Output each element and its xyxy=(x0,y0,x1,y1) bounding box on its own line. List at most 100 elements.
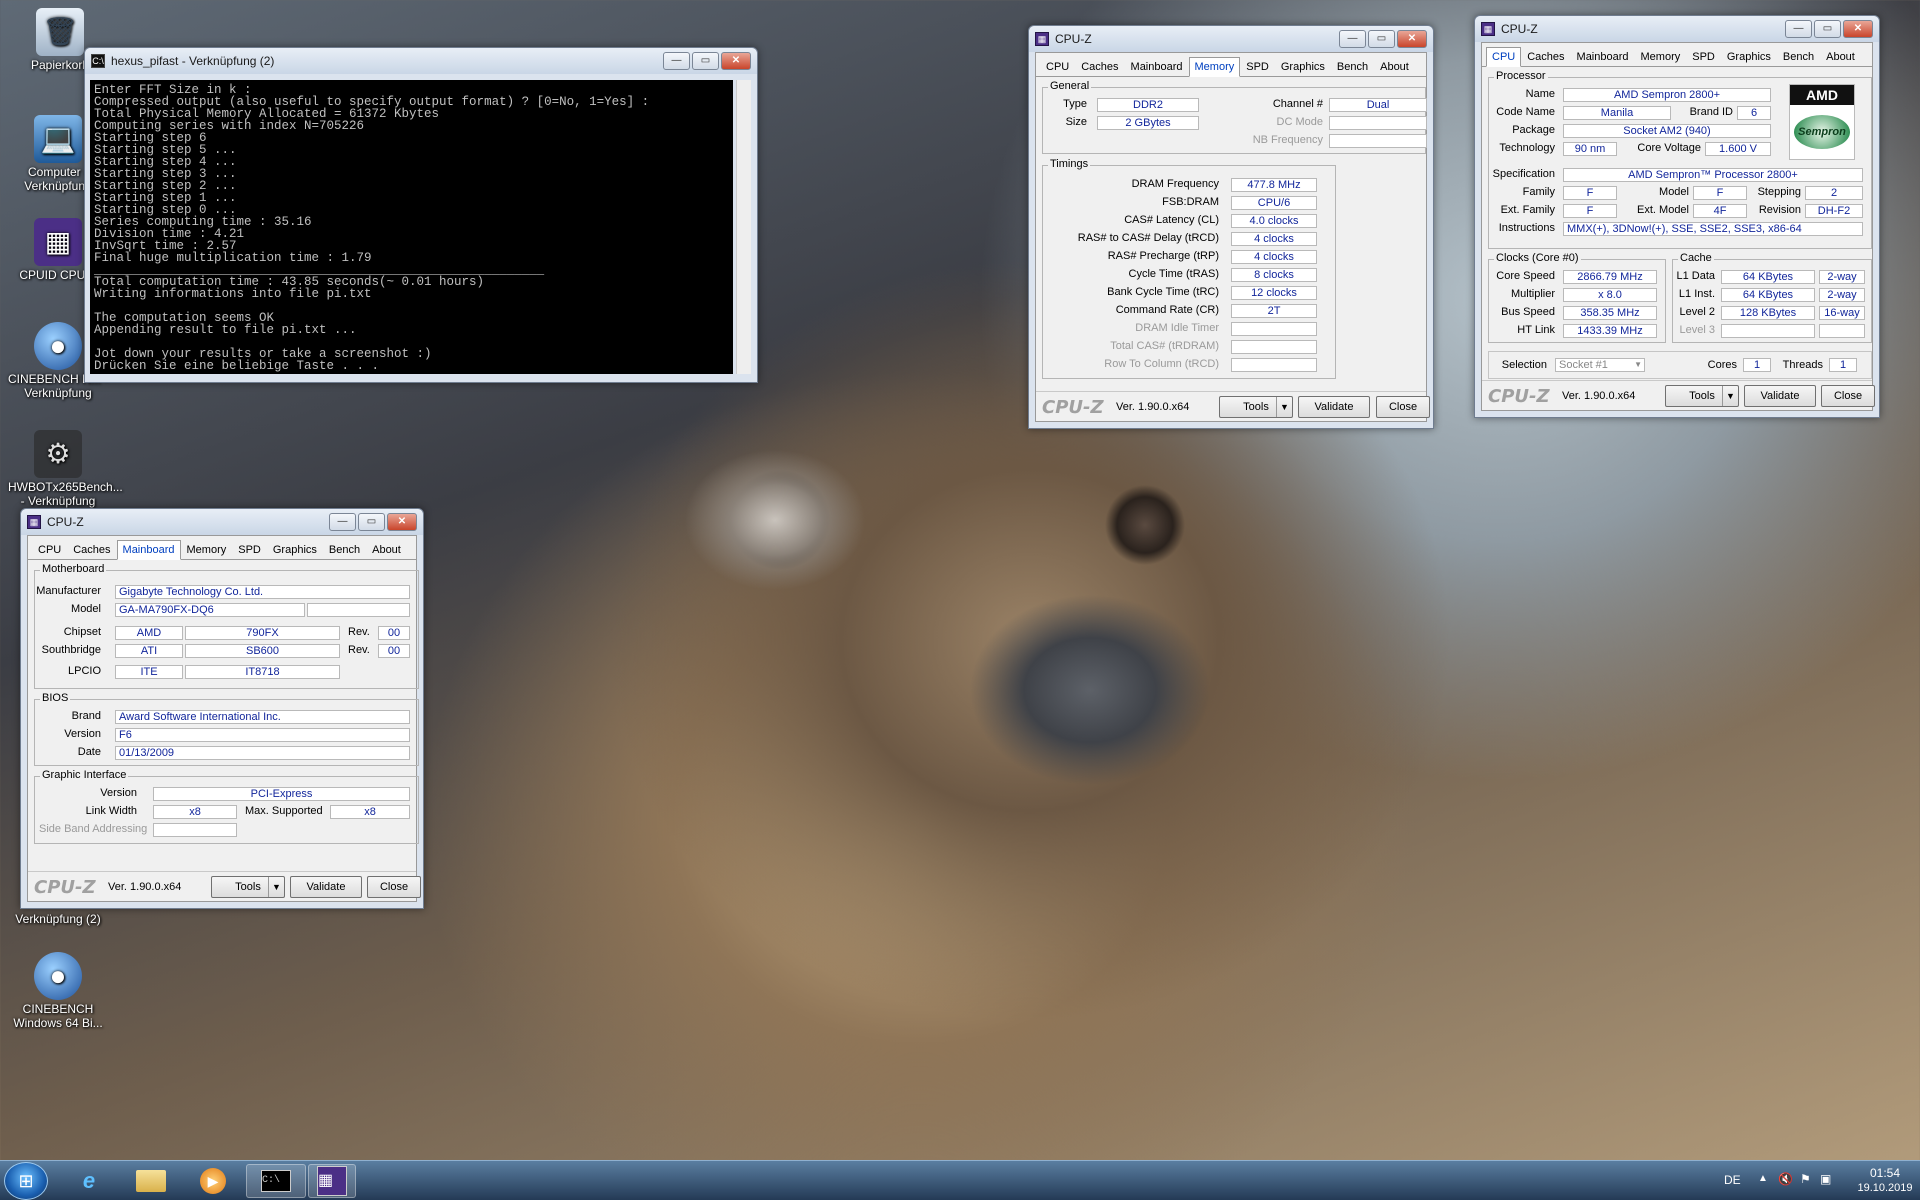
motherboard-group: Motherboard Manufacturer Gigabyte Techno… xyxy=(34,563,419,689)
speaker-muted-icon[interactable]: 🔇 xyxy=(1778,1172,1793,1186)
cache-group: Cache L1 Data 64 KBytes 2-way L1 Inst. 6… xyxy=(1672,252,1872,343)
tab-bench[interactable]: Bench xyxy=(1777,47,1820,66)
close-button[interactable]: ✕ xyxy=(387,513,417,531)
max-supported-value: x8 xyxy=(330,805,410,819)
core-voltage-value: 1.600 V xyxy=(1705,142,1771,156)
tab-about[interactable]: About xyxy=(366,540,407,559)
clock-date[interactable]: 19.10.2019 xyxy=(1850,1182,1920,1194)
tab-mainboard[interactable]: Mainboard xyxy=(1125,57,1189,76)
tab-cpu[interactable]: CPU xyxy=(1486,47,1522,67)
tab-about[interactable]: About xyxy=(1820,47,1861,66)
close-button[interactable]: ✕ xyxy=(721,52,751,70)
sb-vendor-value: ATI xyxy=(115,644,183,658)
dc-mode-label: DC Mode xyxy=(1276,116,1323,128)
tab-mainboard[interactable]: Mainboard xyxy=(116,540,181,560)
timing-value: 2T xyxy=(1231,304,1317,318)
tab-graphics[interactable]: Graphics xyxy=(267,540,323,559)
cpuz-titlebar[interactable]: ▦ CPU-Z — ▭ ✕ xyxy=(1029,26,1433,52)
timing-value xyxy=(1231,322,1317,336)
close-app-button[interactable]: Close xyxy=(1376,396,1430,418)
desktop-icon-cinebench-win64[interactable]: ● CINEBENCH Windows 64 Bi... xyxy=(8,952,108,1030)
taskbar-ie[interactable]: e xyxy=(62,1164,116,1198)
tools-button[interactable]: Tools ▼ xyxy=(211,876,285,898)
clock-time[interactable]: 01:54 xyxy=(1860,1166,1910,1180)
brandid-label: Brand ID xyxy=(1689,106,1733,118)
validate-button[interactable]: Validate xyxy=(290,876,362,898)
timing-value xyxy=(1231,340,1317,354)
maximize-button[interactable]: ▭ xyxy=(1368,30,1395,48)
tab-spd[interactable]: SPD xyxy=(232,540,267,559)
timings-group: Timings DRAM Frequency 477.8 MHz FSB:DRAM C… xyxy=(1042,158,1336,379)
tab-graphics[interactable]: Graphics xyxy=(1721,47,1777,66)
cpuz-titlebar[interactable]: ▦ CPU-Z — ▭ ✕ xyxy=(1475,16,1879,42)
tab-bench[interactable]: Bench xyxy=(323,540,366,559)
minimize-button[interactable]: — xyxy=(1339,30,1366,48)
taskbar-cpuz[interactable]: ▦ xyxy=(308,1164,356,1198)
maximize-button[interactable]: ▭ xyxy=(1814,20,1841,38)
language-indicator[interactable]: DE xyxy=(1724,1173,1741,1187)
close-app-button[interactable]: Close xyxy=(367,876,421,898)
taskbar-media-player[interactable]: ▶ xyxy=(186,1164,240,1198)
cpuz-mainboard-window[interactable]: ▦ CPU-Z — ▭ ✕ CPU Caches Mainboard Memor… xyxy=(20,508,424,909)
desktop-icon-shortcut-2[interactable]: Verknüpfung (2) xyxy=(8,912,108,926)
taskbar-explorer[interactable] xyxy=(124,1164,178,1198)
tab-memory[interactable]: Memory xyxy=(1635,47,1687,66)
tools-button[interactable]: Tools ▼ xyxy=(1665,385,1739,407)
bios-version-label: Version xyxy=(64,728,101,740)
tab-memory[interactable]: Memory xyxy=(181,540,233,559)
cinebench-icon: ● xyxy=(34,322,82,370)
close-button[interactable]: ✕ xyxy=(1843,20,1873,38)
channel-label: Channel # xyxy=(1272,98,1323,110)
sb-rev-value: 00 xyxy=(378,644,410,658)
version-text: Ver. 1.90.0.x64 xyxy=(1562,390,1636,402)
maximize-button[interactable]: ▭ xyxy=(692,52,719,70)
desktop-icon-hwbot[interactable]: ⚙ HWBOTx265Bench... - Verknüpfung xyxy=(8,430,123,508)
tab-bar: CPU Caches Mainboard Memory SPD Graphics… xyxy=(1482,43,1872,67)
cpuz-cpu-window[interactable]: ▦ CPU-Z — ▭ ✕ CPU Caches Mainboard Memor… xyxy=(1474,15,1880,418)
core-speed-label: Core Speed xyxy=(1496,270,1555,282)
lpcio-model-value: IT8718 xyxy=(185,665,340,679)
timing-label: RAS# Precharge (tRP) xyxy=(1107,250,1219,262)
tools-button[interactable]: Tools ▼ xyxy=(1219,396,1293,418)
desktop-icon-label: CINEBENCH Windows 64 Bi... xyxy=(13,1002,103,1030)
console-titlebar[interactable]: C:\ hexus_pifast - Verknüpfung (2) — ▭ ✕ xyxy=(85,48,757,74)
tab-cpu[interactable]: CPU xyxy=(1040,57,1075,76)
tab-memory[interactable]: Memory xyxy=(1188,57,1241,77)
socket-select[interactable]: Socket #1 ▼ xyxy=(1555,358,1645,372)
console-window[interactable]: C:\ hexus_pifast - Verknüpfung (2) — ▭ ✕… xyxy=(84,47,758,383)
clocks-group: Clocks (Core #0) Core Speed 2866.79 MHz … xyxy=(1488,252,1666,343)
minimize-button[interactable]: — xyxy=(329,513,356,531)
family-value: F xyxy=(1563,186,1617,200)
level2-value: 128 KBytes xyxy=(1721,306,1815,320)
cpuz-memory-window[interactable]: ▦ CPU-Z — ▭ ✕ CPU Caches Mainboard Memor… xyxy=(1028,25,1434,429)
tab-about[interactable]: About xyxy=(1374,57,1415,76)
model-label: Model xyxy=(71,603,101,615)
validate-button[interactable]: Validate xyxy=(1744,385,1816,407)
tab-spd[interactable]: SPD xyxy=(1686,47,1721,66)
cores-label: Cores xyxy=(1707,359,1737,371)
tab-spd[interactable]: SPD xyxy=(1240,57,1275,76)
console-scrollbar[interactable] xyxy=(736,80,751,374)
tab-caches[interactable]: Caches xyxy=(1521,47,1570,66)
tab-graphics[interactable]: Graphics xyxy=(1275,57,1331,76)
minimize-button[interactable]: — xyxy=(1785,20,1812,38)
close-button[interactable]: ✕ xyxy=(1397,30,1427,48)
validate-button[interactable]: Validate xyxy=(1298,396,1370,418)
network-icon[interactable]: ▣ xyxy=(1820,1172,1831,1186)
show-hidden-icons-icon[interactable]: ▲ xyxy=(1758,1173,1768,1184)
action-center-flag-icon[interactable]: ⚑ xyxy=(1800,1172,1811,1186)
tab-cpu[interactable]: CPU xyxy=(32,540,67,559)
ht-link-value: 1433.39 MHz xyxy=(1563,324,1657,338)
ext-model-label: Ext. Model xyxy=(1637,204,1689,216)
maximize-button[interactable]: ▭ xyxy=(358,513,385,531)
cpuz-titlebar[interactable]: ▦ CPU-Z — ▭ ✕ xyxy=(21,509,423,535)
start-button[interactable]: ⊞ xyxy=(4,1162,48,1200)
minimize-button[interactable]: — xyxy=(663,52,690,70)
close-app-button[interactable]: Close xyxy=(1821,385,1875,407)
tab-caches[interactable]: Caches xyxy=(1075,57,1124,76)
tab-bench[interactable]: Bench xyxy=(1331,57,1374,76)
taskbar-console[interactable]: C:\ xyxy=(246,1164,306,1198)
instructions-value: MMX(+), 3DNow!(+), SSE, SSE2, SSE3, x86-… xyxy=(1563,222,1863,236)
tab-caches[interactable]: Caches xyxy=(67,540,116,559)
tab-mainboard[interactable]: Mainboard xyxy=(1571,47,1635,66)
